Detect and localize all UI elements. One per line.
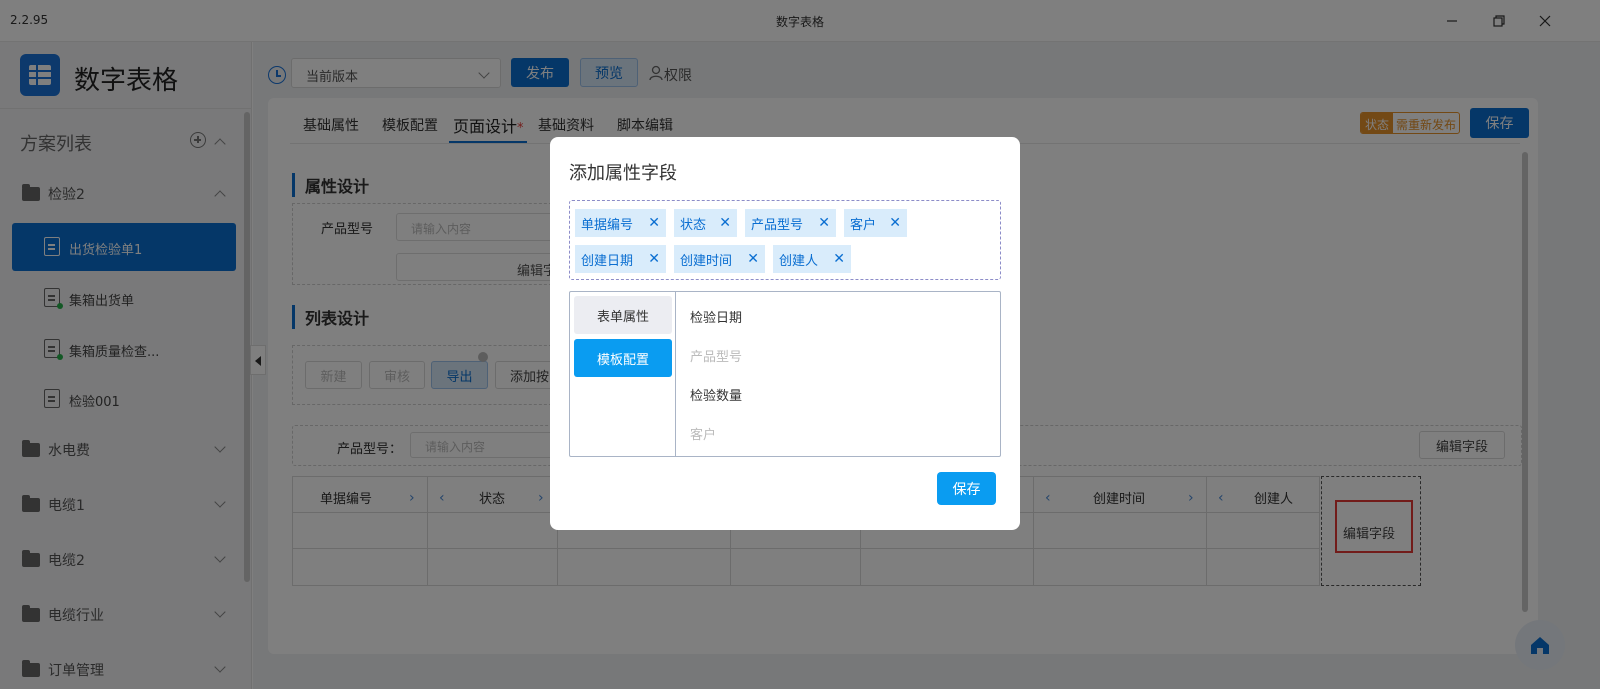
tag-产品型号: 产品型号 ✕ <box>745 209 836 237</box>
selected-tags-box: 单据编号 ✕ 状态 ✕ 产品型号 ✕ 客户 ✕ 创建日期 ✕ 创建时间 ✕ 创建人 ✕ <box>569 200 1001 280</box>
tag-客户: 客户 ✕ <box>844 209 907 237</box>
remove-tag-icon[interactable]: ✕ <box>747 251 759 267</box>
field-option-检验日期[interactable]: 检验日期 <box>690 307 742 326</box>
field-option-检验数量[interactable]: 检验数量 <box>690 385 742 404</box>
category-form-attributes[interactable]: 表单属性 <box>574 296 672 334</box>
field-option-客户: 客户 <box>690 428 717 443</box>
tag-label: 产品型号 <box>751 217 804 233</box>
remove-tag-icon[interactable]: ✕ <box>719 215 731 231</box>
tag-label: 创建人 <box>779 253 819 269</box>
field-option-产品型号: 产品型号 <box>690 350 743 365</box>
tag-创建时间: 创建时间 ✕ <box>674 245 765 273</box>
remove-tag-icon[interactable]: ✕ <box>889 215 901 231</box>
tag-单据编号: 单据编号 ✕ <box>575 209 666 237</box>
tag-label: 状态 <box>680 217 707 233</box>
dialog-save-button[interactable]: 保存 <box>937 472 996 505</box>
tag-创建日期: 创建日期 ✕ <box>575 245 666 273</box>
tag-状态: 状态 ✕ <box>674 209 737 237</box>
dialog-title: 添加属性字段 <box>569 163 677 184</box>
field-picker: 表单属性 模板配置 检验日期 产品型号 检验数量 客户 <box>569 291 1001 457</box>
remove-tag-icon[interactable]: ✕ <box>833 251 845 267</box>
remove-tag-icon[interactable]: ✕ <box>648 215 660 231</box>
tag-创建人: 创建人 ✕ <box>773 245 851 273</box>
picker-divider <box>675 292 676 456</box>
tag-label: 客户 <box>850 217 877 233</box>
tag-label: 创建时间 <box>680 253 733 269</box>
tag-label: 创建日期 <box>581 253 634 269</box>
tag-label: 单据编号 <box>581 217 634 233</box>
add-attribute-dialog: 添加属性字段 单据编号 ✕ 状态 ✕ 产品型号 ✕ 客户 ✕ 创建日期 ✕ 创建时间 ✕ 创… <box>550 137 1020 530</box>
category-template-config[interactable]: 模板配置 <box>574 339 672 377</box>
remove-tag-icon[interactable]: ✕ <box>818 215 830 231</box>
remove-tag-icon[interactable]: ✕ <box>648 251 660 267</box>
